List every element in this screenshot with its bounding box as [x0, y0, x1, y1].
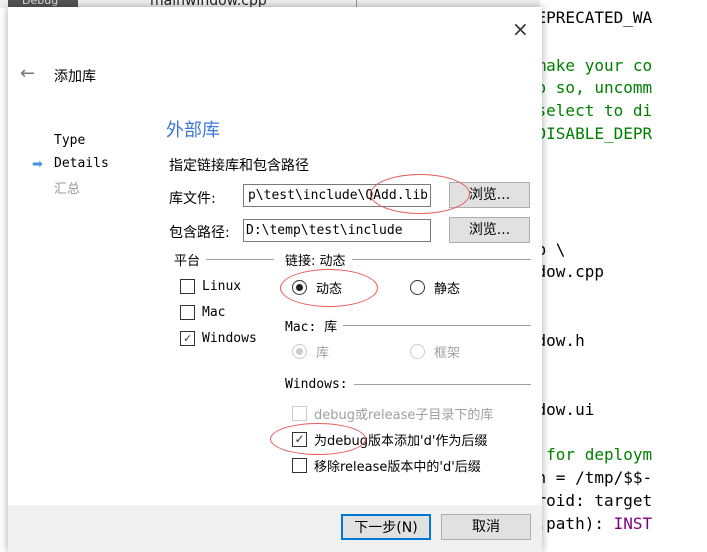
page-heading: 外部库 [166, 120, 220, 141]
next-button[interactable]: 下一步(N) [341, 514, 431, 540]
platform-group: 平台 [174, 250, 274, 269]
linkage-group: 链接: 动态 [285, 250, 531, 269]
include-path-input[interactable]: D:\temp\test\include [243, 219, 431, 242]
dialog-footer: 下一步(N) 取消 [8, 505, 542, 552]
platform-title: 平台 [174, 254, 201, 269]
remove-d-suffix-label: 移除release版本中的'd'后缀 [314, 460, 481, 475]
windows-label: Windows [202, 331, 257, 346]
annotation-ellipse [370, 174, 470, 214]
add-library-dialog: × ← 添加库 Type ➡ Details 汇总 外部库 指定链接库和包含路径… [8, 7, 542, 552]
framework-radio[interactable]: 框架 [410, 342, 460, 361]
subdir-label: debug或release子目录下的库 [314, 408, 494, 423]
framework-label: 框架 [434, 346, 461, 361]
lib-file-label: 库文件: [169, 191, 216, 207]
checkmark-icon: ✓ [180, 331, 195, 346]
mac-checkbox[interactable]: Mac [180, 305, 225, 320]
step-details: Details [54, 156, 109, 171]
mac-label: Mac [202, 305, 226, 320]
page-subtitle: 指定链接库和包含路径 [169, 158, 309, 174]
linkage-title: 链接: 动态 [285, 254, 346, 269]
linux-checkbox[interactable]: Linux [180, 279, 241, 294]
static-radio[interactable]: 静态 [410, 278, 460, 297]
annotation-ellipse [280, 269, 378, 307]
windows-checkbox[interactable]: ✓ Windows [180, 331, 257, 346]
current-step-arrow-icon: ➡ [32, 157, 43, 172]
subdir-checkbox[interactable]: debug或release子目录下的库 [292, 404, 493, 423]
close-icon[interactable]: × [512, 17, 529, 41]
step-summary: 汇总 [54, 182, 81, 197]
library-label: 库 [316, 346, 330, 361]
windows-title: Windows: [285, 377, 348, 392]
back-arrow-icon[interactable]: ← [20, 63, 35, 84]
browse-include-button[interactable]: 浏览... [449, 217, 530, 243]
static-label: 静态 [434, 282, 461, 297]
library-radio[interactable]: 库 [292, 342, 329, 361]
windows-group: Windows: [285, 377, 531, 392]
annotation-ellipse [270, 423, 366, 455]
mac-title: Mac: 库 [285, 320, 338, 335]
linux-label: Linux [202, 279, 242, 294]
step-type: Type [54, 133, 86, 148]
remove-d-suffix-checkbox[interactable]: 移除release版本中的'd'后缀 [292, 456, 481, 475]
dialog-title: 添加库 [54, 69, 96, 85]
cancel-button[interactable]: 取消 [441, 514, 531, 540]
mac-group: Mac: 库 [285, 316, 531, 335]
include-path-label: 包含路径: [169, 225, 230, 241]
